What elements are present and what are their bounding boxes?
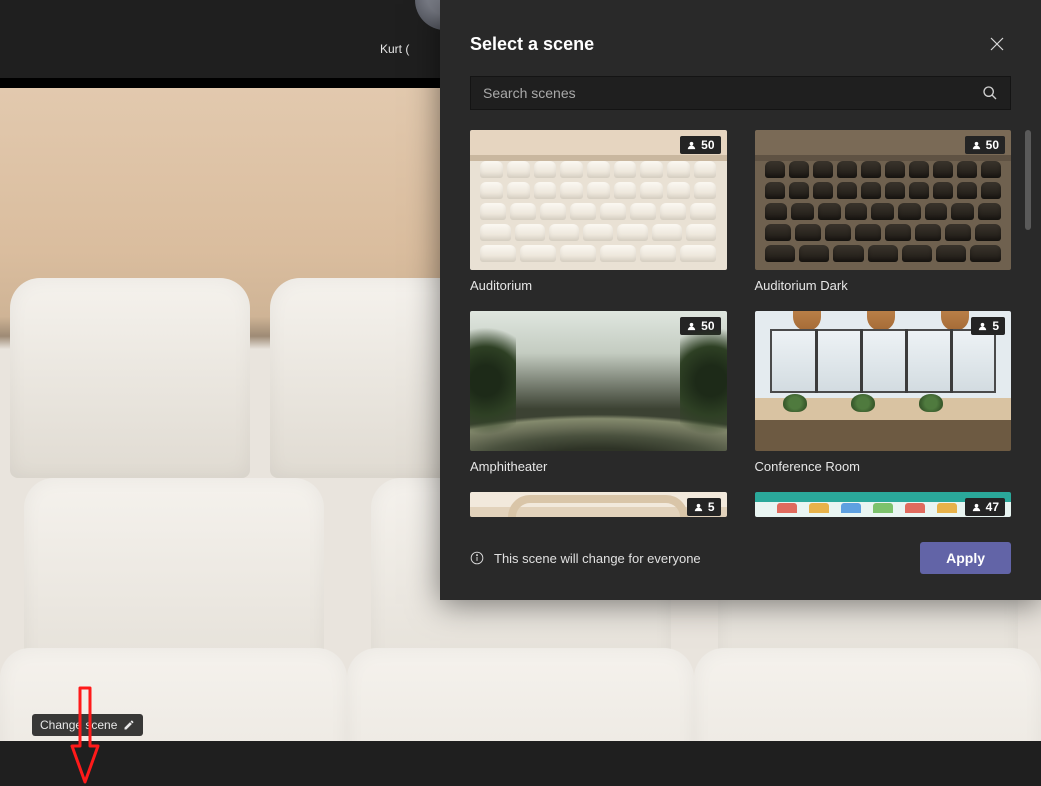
capacity-badge: 50	[965, 136, 1005, 154]
capacity-value: 50	[701, 138, 714, 152]
apply-button[interactable]: Apply	[920, 542, 1011, 574]
footer-info-text: This scene will change for everyone	[494, 551, 701, 566]
scrollbar-thumb[interactable]	[1025, 130, 1031, 230]
scene-label: Amphitheater	[470, 459, 727, 474]
scene-label: Auditorium	[470, 278, 727, 293]
capacity-badge: 47	[965, 498, 1005, 516]
scene-thumbnail: 50	[755, 130, 1012, 270]
select-scene-panel: Select a scene 50 Auditorium	[440, 0, 1041, 600]
capacity-badge: 5	[687, 498, 721, 516]
scene-card-partial-2[interactable]: 47	[755, 492, 1012, 517]
scene-thumbnail: 50	[470, 311, 727, 451]
capacity-value: 47	[986, 500, 999, 514]
people-icon	[977, 321, 988, 332]
scrollbar[interactable]	[1025, 130, 1031, 522]
search-input[interactable]	[483, 85, 982, 101]
scene-card-amphitheater[interactable]: 50 Amphitheater	[470, 311, 727, 474]
capacity-value: 5	[992, 319, 999, 333]
capacity-badge: 50	[680, 317, 720, 335]
scene-thumbnail: 5	[470, 492, 727, 517]
capacity-badge: 50	[680, 136, 720, 154]
scene-card-partial-1[interactable]: 5	[470, 492, 727, 517]
people-icon	[686, 140, 697, 151]
panel-title: Select a scene	[470, 34, 594, 55]
search-icon	[982, 85, 998, 101]
change-scene-label: Change scene	[40, 718, 117, 732]
scene-grid: 50 Auditorium 50 Auditorium Dark	[470, 130, 1011, 517]
scene-card-auditorium-dark[interactable]: 50 Auditorium Dark	[755, 130, 1012, 293]
close-icon	[989, 36, 1005, 52]
search-box[interactable]	[470, 76, 1011, 110]
footer-info: This scene will change for everyone	[470, 551, 701, 566]
scene-card-auditorium[interactable]: 50 Auditorium	[470, 130, 727, 293]
info-icon	[470, 551, 484, 565]
change-scene-button[interactable]: Change scene	[32, 714, 143, 736]
panel-header: Select a scene	[440, 0, 1041, 76]
capacity-value: 5	[708, 500, 715, 514]
people-icon	[971, 140, 982, 151]
people-icon	[693, 502, 704, 513]
scene-thumbnail: 47	[755, 492, 1012, 517]
scene-label: Auditorium Dark	[755, 278, 1012, 293]
participant-name: Kurt (	[380, 42, 409, 56]
capacity-value: 50	[986, 138, 999, 152]
scene-label: Conference Room	[755, 459, 1012, 474]
panel-footer: This scene will change for everyone Appl…	[440, 522, 1041, 600]
edit-icon	[123, 719, 135, 731]
scene-card-conference-room[interactable]: 5 Conference Room	[755, 311, 1012, 474]
people-icon	[686, 321, 697, 332]
close-button[interactable]	[983, 30, 1011, 58]
people-icon	[971, 502, 982, 513]
capacity-value: 50	[701, 319, 714, 333]
scene-thumbnail: 5	[755, 311, 1012, 451]
scene-thumbnail: 50	[470, 130, 727, 270]
capacity-badge: 5	[971, 317, 1005, 335]
